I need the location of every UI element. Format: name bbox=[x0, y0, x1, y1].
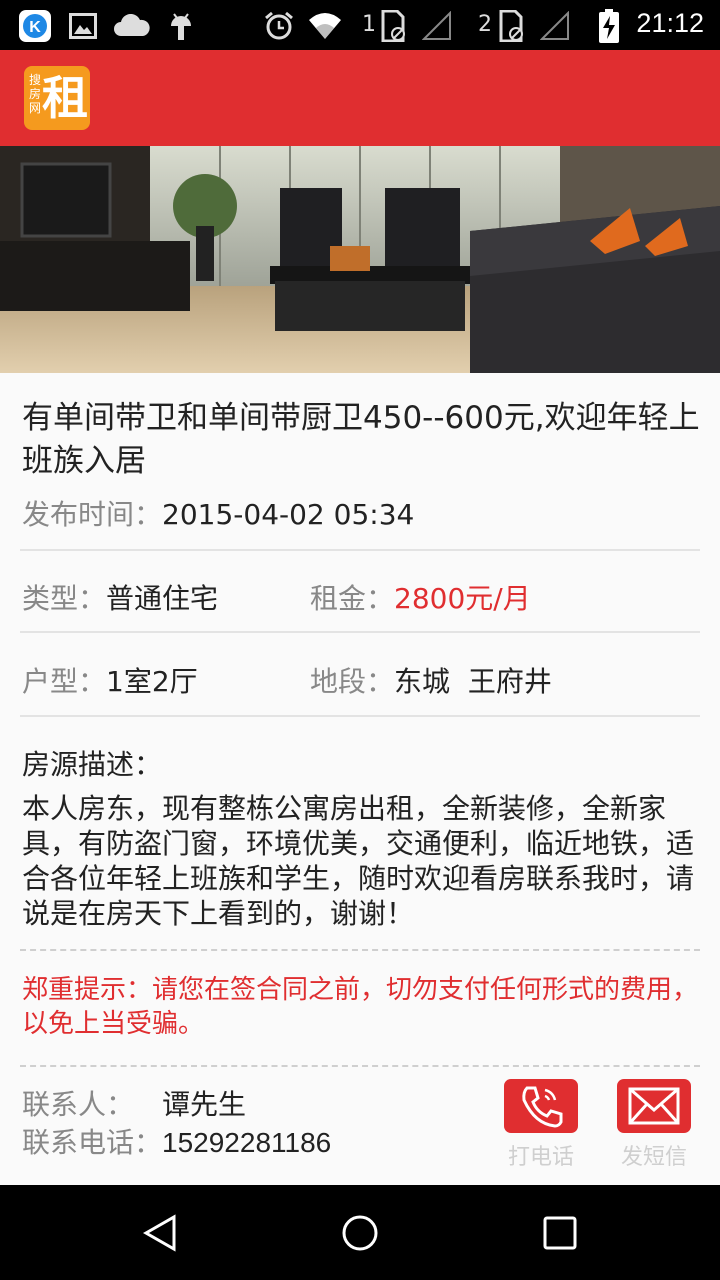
listing-details: 有单间带卫和单间带厨卫450--600元,欢迎年轻上班族入居 发布时间：2015… bbox=[0, 373, 720, 1185]
publish-row: 发布时间：2015-04-02 05:34 bbox=[22, 493, 414, 533]
rent-label: 租金： bbox=[310, 582, 395, 615]
listing-title: 有单间带卫和单间带厨卫450--600元,欢迎年轻上班族入居 bbox=[22, 400, 700, 479]
signal-icon bbox=[420, 9, 454, 43]
publish-time: 2015-04-02 05:34 bbox=[162, 498, 415, 531]
envelope-icon bbox=[628, 1087, 680, 1125]
layout-row: 户型：1室2厅 bbox=[22, 660, 198, 700]
contact-phone-value: 15292281186 bbox=[162, 1127, 332, 1158]
app-logo[interactable]: 搜房网 租 bbox=[24, 66, 90, 130]
system-nav-bar bbox=[0, 1185, 720, 1280]
call-label[interactable]: 打电话 bbox=[496, 1139, 586, 1171]
call-button[interactable] bbox=[504, 1079, 578, 1133]
type-row: 类型：普通住宅 bbox=[22, 577, 218, 617]
recents-icon[interactable] bbox=[542, 1215, 578, 1255]
contact-person-label: 联系人： bbox=[22, 1088, 135, 1121]
layout-value: 1室2厅 bbox=[106, 665, 198, 698]
wifi-icon bbox=[308, 9, 342, 43]
dashed-divider bbox=[20, 1065, 700, 1067]
svg-text:K: K bbox=[29, 19, 41, 36]
android-icon bbox=[164, 9, 198, 43]
logo-big-text: 租 bbox=[42, 71, 88, 125]
app-bar: 搜房网 租 bbox=[0, 50, 720, 146]
divider bbox=[20, 715, 700, 717]
home-icon[interactable] bbox=[340, 1213, 380, 1257]
type-value: 普通住宅 bbox=[106, 582, 219, 615]
area-value: 东城 王府井 bbox=[394, 665, 552, 698]
alarm-icon bbox=[262, 9, 296, 43]
contact-person-row: 联系人： bbox=[22, 1083, 134, 1123]
contact-person-value: 谭先生 bbox=[162, 1088, 247, 1121]
clock: 21:12 bbox=[636, 8, 704, 38]
rent-row: 租金：2800元/月 bbox=[310, 577, 531, 617]
back-icon[interactable] bbox=[140, 1213, 180, 1257]
signal-icon bbox=[538, 9, 572, 43]
divider bbox=[20, 631, 700, 633]
battery-charging-icon bbox=[592, 9, 626, 43]
kuaiya-app-icon: K bbox=[18, 9, 52, 43]
description-label: 房源描述： bbox=[22, 748, 163, 781]
sim1-label: 1 bbox=[362, 12, 376, 37]
type-label: 类型： bbox=[22, 582, 107, 615]
area-label: 地段： bbox=[310, 665, 395, 698]
layout-label: 户型： bbox=[22, 665, 107, 698]
sim1-icon bbox=[376, 9, 410, 43]
sim2-icon bbox=[494, 9, 528, 43]
contact-phone-label: 联系电话： bbox=[22, 1126, 163, 1159]
rent-value: 2800元/月 bbox=[394, 582, 531, 615]
phone-icon bbox=[522, 1086, 563, 1128]
sms-button[interactable] bbox=[617, 1079, 691, 1133]
area-row: 地段：东城 王府井 bbox=[310, 660, 552, 700]
contact-phone-row: 联系电话：15292281186 bbox=[22, 1121, 331, 1161]
description-text: 本人房东，现有整栋公寓房出租，全新装修，全新家具，有防盗门窗，环境优美，交通便利… bbox=[22, 792, 695, 930]
sms-label[interactable]: 发短信 bbox=[609, 1139, 699, 1171]
logo-small-text: 搜房网 bbox=[28, 73, 41, 115]
divider bbox=[20, 549, 700, 551]
safety-warning: 郑重提示：请您在签合同之前，切勿支付任何形式的费用，以免上当受骗。 bbox=[22, 975, 699, 1039]
status-bar: K 1 2 21:12 bbox=[0, 0, 720, 50]
sim2-label: 2 bbox=[478, 12, 492, 37]
cloud-icon bbox=[112, 9, 152, 43]
dashed-divider bbox=[20, 949, 700, 951]
publish-label: 发布时间： bbox=[22, 498, 163, 531]
listing-photo[interactable] bbox=[0, 146, 720, 373]
image-icon bbox=[66, 9, 100, 43]
